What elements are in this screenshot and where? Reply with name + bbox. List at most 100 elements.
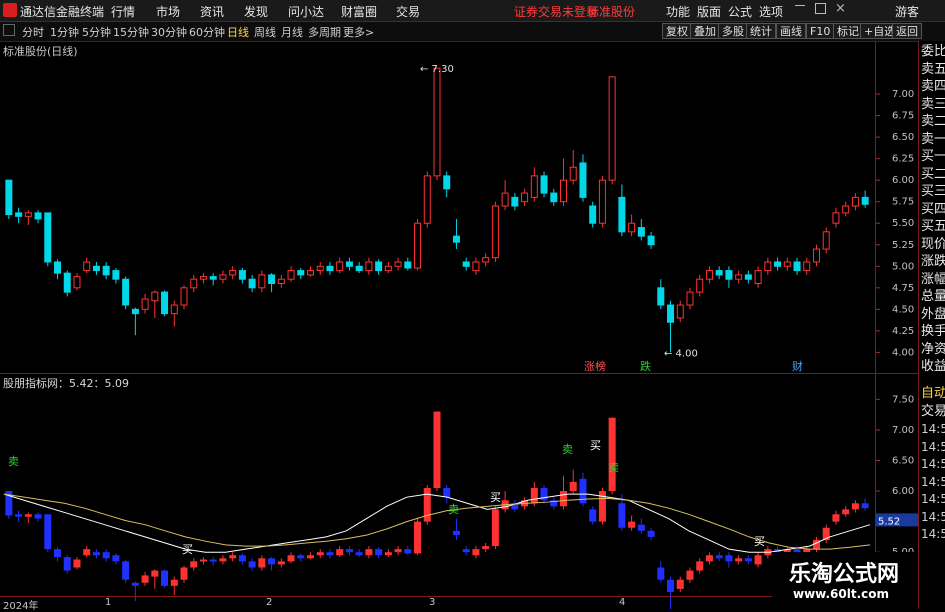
login-notice[interactable]: 证券交易未登录	[514, 3, 598, 20]
signal-label: 卖	[608, 461, 619, 474]
candle-body	[375, 261, 383, 272]
period-weekly[interactable]: 周线	[254, 24, 276, 40]
candle-body	[764, 261, 772, 272]
candle-body	[530, 175, 538, 198]
indicator-line	[3, 493, 871, 553]
candle-body	[180, 287, 188, 306]
quote-field-label: 卖一	[921, 131, 945, 147]
menu-item-layout[interactable]: 版面	[697, 3, 721, 20]
sub-candle-body	[63, 557, 71, 571]
y-tick-label: 7.00	[892, 89, 914, 100]
period-30min[interactable]: 30分钟	[151, 24, 187, 40]
candle-body	[793, 261, 801, 272]
close-icon[interactable]: ×	[835, 1, 846, 16]
sub-candle-body	[229, 555, 237, 559]
period-5min[interactable]: 5分钟	[82, 24, 111, 40]
x-label-year: 2024年	[3, 601, 39, 612]
sub-candle-body	[180, 567, 188, 580]
candle-body	[141, 298, 149, 310]
y-axis-divider	[875, 41, 876, 596]
trade-label: 交易	[921, 403, 945, 419]
main-chart[interactable]: 7.00 6.75 6.50 6.25 6.00 5.75 5.50 5.25 5.00 4.75…	[0, 41, 918, 374]
sub-candle-body	[676, 579, 684, 589]
minimize-icon[interactable]	[795, 5, 805, 6]
menu-item-options[interactable]: 选项	[759, 3, 783, 20]
menu-item-quotes[interactable]: 行情	[111, 3, 135, 20]
period-tick[interactable]: 分时	[22, 24, 44, 40]
y-tick-label: 4.50	[892, 304, 914, 315]
signal-label: 买	[590, 439, 601, 452]
menu-item-discover[interactable]: 发现	[244, 3, 268, 20]
candle-body	[316, 265, 324, 272]
sub-candle-body	[83, 549, 91, 556]
candle-body	[628, 222, 636, 233]
sub-candle-body	[589, 509, 597, 522]
pane-divider[interactable]	[0, 373, 918, 374]
menu-item-market[interactable]: 市场	[156, 3, 180, 20]
quote-field-label: 委比	[921, 44, 945, 59]
sub-candle-body	[92, 552, 100, 556]
sub-candle-body	[170, 579, 178, 586]
menu-item-wealth[interactable]: 财富圈	[341, 3, 377, 20]
candle-body	[433, 67, 441, 177]
signal-label: 卖	[562, 443, 573, 456]
sub-y-tick-label: 7.00	[892, 425, 914, 436]
sub-y-tick-label: 6.00	[892, 486, 914, 497]
multi-stock-button[interactable]: 多股	[718, 23, 748, 39]
quote-field-label: 换手	[921, 324, 945, 339]
period-toolbar: 分时 1分钟 5分钟 15分钟 30分钟 60分钟 日线 周线 月线 多周期 更…	[0, 22, 945, 42]
sub-candle-body	[491, 509, 499, 547]
candle-body	[414, 222, 422, 269]
period-more[interactable]: 更多>	[343, 24, 374, 40]
period-1min[interactable]: 1分钟	[50, 24, 79, 40]
sub-candle-body	[15, 514, 23, 517]
draw-line-button[interactable]: 画线	[776, 23, 806, 39]
candle-body	[394, 261, 402, 267]
sub-y-tick-label: 6.50	[892, 455, 914, 466]
maximize-icon[interactable]	[815, 3, 826, 14]
sub-candle-body	[238, 555, 246, 562]
candle-body	[521, 192, 529, 203]
period-15min[interactable]: 15分钟	[113, 24, 149, 40]
sub-candle-body	[151, 570, 159, 577]
menu-item-news[interactable]: 资讯	[200, 3, 224, 20]
candle-body	[851, 196, 859, 207]
candle-body	[861, 196, 869, 205]
menu-item-formula[interactable]: 公式	[728, 3, 752, 20]
sub-candle-body	[199, 559, 207, 562]
stock-name: 标准股份	[587, 5, 636, 19]
menu-item-assistant[interactable]: 问小达	[288, 3, 324, 20]
auto-trade-toggle[interactable]: 自动	[921, 385, 945, 402]
back-icon[interactable]	[3, 24, 15, 36]
period-daily[interactable]: 日线	[227, 24, 249, 40]
overlay-button[interactable]: 叠加	[690, 23, 720, 39]
return-button[interactable]: 返回	[892, 23, 922, 39]
candle-body	[122, 278, 130, 306]
menu-item-functions[interactable]: 功能	[666, 3, 690, 20]
x-label-jan: 1	[105, 597, 112, 608]
sub-candle-body	[122, 561, 130, 580]
stats-button[interactable]: 统计	[746, 23, 776, 39]
sub-candle-body	[355, 552, 363, 556]
candle-body	[238, 270, 246, 280]
quote-field-label: 现价	[921, 236, 945, 252]
f10-button[interactable]: F10	[806, 23, 835, 39]
adjust-button[interactable]: 复权	[662, 23, 692, 39]
period-60min[interactable]: 60分钟	[189, 24, 225, 40]
menu-item-trade[interactable]: 交易	[396, 3, 420, 20]
period-monthly[interactable]: 月线	[281, 24, 303, 40]
candle-body	[647, 235, 655, 246]
candle-body	[277, 278, 285, 284]
mark-button[interactable]: 标记	[833, 23, 863, 39]
candle-body	[112, 270, 120, 280]
high-price-label: ← 7.30	[420, 64, 454, 75]
signal-label: 买	[490, 491, 501, 504]
y-tick-label: 5.50	[892, 218, 914, 229]
candle-body	[559, 179, 567, 203]
candle-body	[83, 261, 91, 272]
guest-label[interactable]: 游客	[895, 3, 919, 20]
y-tick-label: 6.75	[892, 111, 914, 122]
period-multi[interactable]: 多周期	[308, 24, 341, 40]
y-tick-label: 4.25	[892, 326, 914, 337]
candle-body	[345, 261, 353, 267]
